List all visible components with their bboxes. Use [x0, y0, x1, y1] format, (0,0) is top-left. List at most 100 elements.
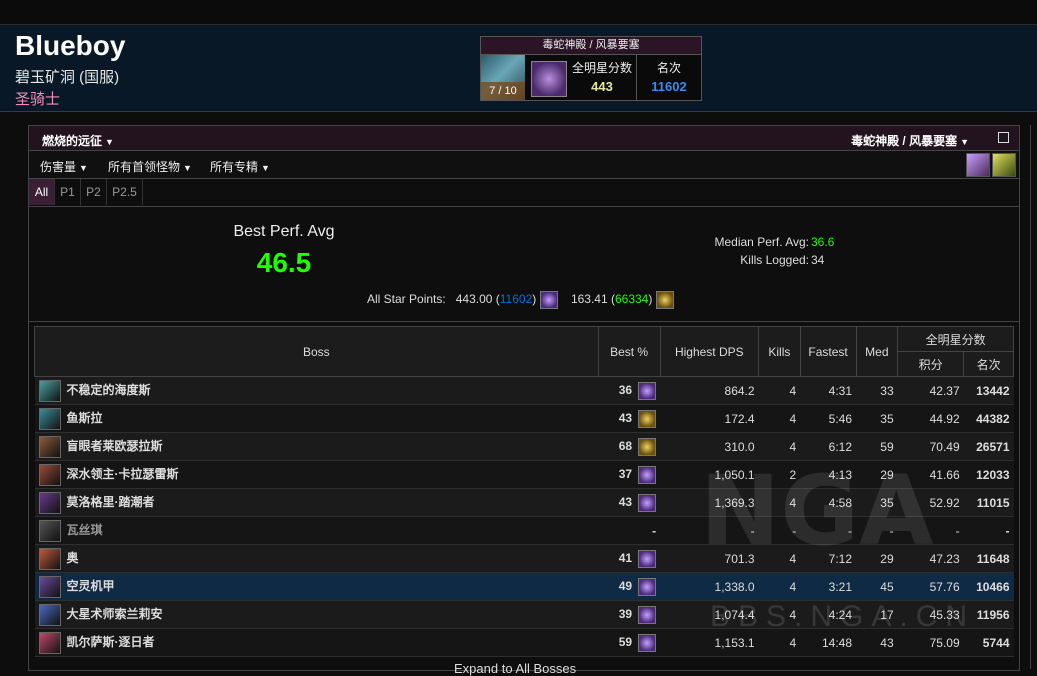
boss-name[interactable]: 空灵机甲 [34, 572, 599, 601]
key-icon[interactable] [992, 153, 1016, 177]
col-fastest[interactable]: Fastest [799, 326, 857, 377]
boss-name[interactable]: 莫洛格里·踏潮者 [34, 488, 599, 517]
filter-bar-top: 燃烧的远征 ▼ 毒蛇神殿 / 风暴要塞 ▼ [29, 126, 1019, 151]
tab-all[interactable]: All [29, 179, 55, 205]
boss-name-text[interactable]: 空灵机甲 [67, 579, 115, 593]
kill-count: - [758, 516, 801, 545]
table-row[interactable]: 鱼斯拉 43 172.4 4 5:46 35 44.92 44382 [34, 404, 1014, 433]
highest-dps: 1,338.0 [660, 572, 759, 601]
table-row[interactable]: 莫洛格里·踏潮者 43 1,369.3 4 4:58 35 52.92 11015 [34, 488, 1014, 517]
rankings-panel: 燃烧的远征 ▼ 毒蛇神殿 / 风暴要塞 ▼ 伤害量 ▼ 所有首领怪物 ▼ 所有专精 ▼ A… [28, 125, 1020, 676]
character-server[interactable]: 碧玉矿洞 (国服) [15, 66, 119, 87]
table-row[interactable]: 不稳定的海度斯 36 864.2 4 4:31 33 42.37 13442 [34, 376, 1014, 405]
median-percent: 59 [856, 432, 898, 461]
boss-name[interactable]: 凯尔萨斯·逐日者 [34, 628, 599, 657]
best-percent: 43 [598, 488, 661, 517]
boss-name[interactable]: 不稳定的海度斯 [34, 376, 599, 405]
boss-name[interactable]: 深水领主·卡拉瑟雷斯 [34, 460, 599, 489]
boss-name-text[interactable]: 盲眼者莱欧瑟拉斯 [67, 439, 163, 453]
median-perf-label: Median Perf. Avg: [714, 235, 810, 249]
allstar-points: 57.76 [897, 572, 964, 601]
col-best[interactable]: Best % [597, 326, 661, 377]
kill-count: 4 [758, 628, 801, 657]
fastest-time: 7:12 [800, 544, 857, 573]
boss-dropdown[interactable]: 所有首领怪物 ▼ [108, 158, 192, 175]
boss-name-text[interactable]: 大星术师索兰莉安 [67, 607, 163, 621]
fastest-time: 4:31 [800, 376, 857, 405]
boss-name[interactable]: 奥 [34, 544, 599, 573]
highest-dps: 172.4 [660, 404, 759, 433]
boss-name-text[interactable]: 深水领主·卡拉瑟雷斯 [67, 467, 179, 481]
zone-progress: 7 / 10 [481, 82, 525, 100]
median-percent: 29 [856, 544, 898, 573]
metric-dropdown[interactable]: 伤害量 ▼ [40, 158, 88, 175]
table-row[interactable]: 空灵机甲 49 1,338.0 4 3:21 45 57.76 10466 [34, 572, 1014, 601]
col-kills[interactable]: Kills [758, 326, 801, 377]
boss-icon [38, 463, 61, 486]
allstar-rank: - [963, 516, 1014, 545]
best-percent: 49 [598, 572, 661, 601]
col-boss[interactable]: Boss [34, 326, 599, 377]
allstar-points: 75.09 [897, 628, 964, 657]
spec-icon [638, 493, 657, 512]
tab-p1[interactable]: P1 [55, 179, 81, 205]
table-row[interactable]: 盲眼者莱欧瑟拉斯 68 310.0 4 6:12 59 70.49 26571 [34, 432, 1014, 461]
kill-count: 4 [758, 572, 801, 601]
boss-name-text[interactable]: 不稳定的海度斯 [67, 383, 151, 397]
boss-name[interactable]: 瓦丝琪 [34, 516, 599, 545]
expansion-dropdown[interactable]: 燃烧的远征 ▼ [42, 132, 114, 149]
table-row[interactable]: 奥 41 701.3 4 7:12 29 47.23 11648 [34, 544, 1014, 573]
boss-name[interactable]: 鱼斯拉 [34, 404, 599, 433]
boss-name-text[interactable]: 瓦丝琪 [67, 523, 103, 537]
boss-name-text[interactable]: 鱼斯拉 [67, 411, 103, 425]
top-navbar [0, 0, 1037, 25]
asp1-value: 443.00 [455, 292, 493, 307]
table-row[interactable]: 大星术师索兰莉安 39 1,074.4 4 4:24 17 45.33 11956 [34, 600, 1014, 629]
table-row[interactable]: 凯尔萨斯·逐日者 59 1,153.1 4 14:48 43 75.09 5744 [34, 628, 1014, 657]
highest-dps: 1,369.3 [660, 488, 759, 517]
tab-p2[interactable]: P2 [81, 179, 107, 205]
boss-name-text[interactable]: 奥 [67, 551, 79, 565]
fastest-time: 6:12 [800, 432, 857, 461]
col-points[interactable]: 积分 [897, 351, 965, 377]
highest-dps: 1,050.1 [660, 460, 759, 489]
allstar-rank: 11648 [963, 544, 1014, 573]
boss-icon [38, 407, 61, 430]
maximize-icon[interactable] [998, 132, 1009, 143]
tab-p2-5[interactable]: P2.5 [107, 179, 143, 205]
allstar-rank: 11015 [963, 488, 1014, 517]
best-percent-text: 41 [618, 550, 633, 565]
chevron-down-icon: ▼ [105, 137, 114, 147]
zone-ranking-box[interactable]: 毒蛇神殿 / 风暴要塞 7 / 10 全明星分数 443 名次 11602 [480, 36, 702, 101]
best-percent-text: 37 [618, 466, 633, 481]
boss-name[interactable]: 盲眼者莱欧瑟拉斯 [34, 432, 599, 461]
col-med[interactable]: Med [855, 326, 899, 377]
col-rank[interactable]: 名次 [963, 351, 1014, 377]
class-icon[interactable] [966, 153, 990, 177]
zone-dropdown[interactable]: 毒蛇神殿 / 风暴要塞 ▼ [851, 132, 969, 149]
asp1-rank: 11602 [499, 292, 533, 307]
spec-icon [638, 465, 657, 484]
zone-points-label: 全明星分数 [571, 61, 632, 75]
boss-name-text[interactable]: 莫洛格里·踏潮者 [67, 495, 155, 509]
chevron-down-icon: ▼ [79, 163, 88, 173]
spec-icon [638, 633, 657, 652]
asp-label: All Star Points: [367, 292, 446, 307]
boss-icon [38, 575, 61, 598]
kills-logged-label: Kills Logged: [740, 253, 809, 267]
table-row[interactable]: 深水领主·卡拉瑟雷斯 37 1,050.1 2 4:13 29 41.66 12033 [34, 460, 1014, 489]
spec-dropdown[interactable]: 所有专精 ▼ [210, 158, 270, 175]
median-percent: 45 [856, 572, 898, 601]
spec-icon [638, 381, 657, 400]
allstar-points: 44.92 [897, 404, 964, 433]
boss-icon [38, 631, 61, 654]
all-star-points-row: All Star Points: 443.00 (11602) 163.41 (… [367, 291, 674, 309]
col-dps[interactable]: Highest DPS [659, 326, 760, 377]
kill-count: 2 [758, 460, 801, 489]
boss-name-text[interactable]: 凯尔萨斯·逐日者 [67, 635, 155, 649]
best-percent: 41 [598, 544, 661, 573]
kill-count: 4 [758, 432, 801, 461]
table-row[interactable]: 瓦丝琪 - - - - - - - [34, 516, 1014, 545]
allstar-rank: 11956 [963, 600, 1014, 629]
boss-name[interactable]: 大星术师索兰莉安 [34, 600, 599, 629]
